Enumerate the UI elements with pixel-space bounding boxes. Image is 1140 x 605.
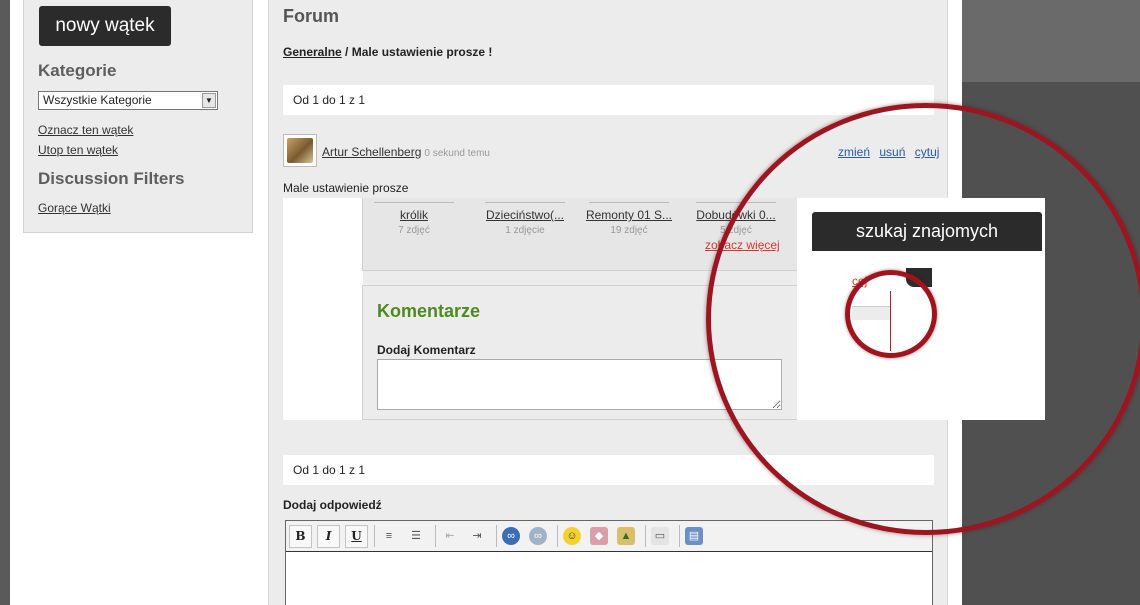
reply-label: Dodaj odpowiedź xyxy=(283,498,382,512)
emoticon-box-icon[interactable]: ◆ xyxy=(590,527,608,545)
toolbar-separator xyxy=(496,525,497,547)
magnified-cursor-line xyxy=(890,291,891,351)
mark-thread-link[interactable]: Oznacz ten wątek xyxy=(38,123,133,137)
unordered-list-icon[interactable]: ☰ xyxy=(407,527,425,545)
toolbar-separator xyxy=(374,525,375,547)
insert-link-icon[interactable]: ∞ xyxy=(502,527,520,545)
post-time: 0 sekund temu xyxy=(424,148,490,159)
underline-button[interactable]: U xyxy=(345,524,368,548)
breadcrumb: Generalne / Male ustawienie prosze ! xyxy=(283,45,492,59)
avatar[interactable] xyxy=(283,134,317,167)
avatar-image xyxy=(287,138,313,163)
toolbar-separator xyxy=(435,525,436,547)
remove-link-icon[interactable]: ∞ xyxy=(529,527,547,545)
page-title: Forum xyxy=(283,6,339,26)
right-background-top xyxy=(962,0,1140,82)
album-name[interactable]: królik xyxy=(369,208,459,222)
source-icon[interactable]: ▤ xyxy=(685,527,703,545)
album-frame xyxy=(589,202,669,203)
indent-icon[interactable]: ⇥ xyxy=(468,527,486,545)
magnified-bar xyxy=(852,306,890,320)
category-select[interactable]: Wszystkie Kategorie ▼ xyxy=(38,91,218,110)
album-item[interactable]: Remonty 01 S... 19 zdjęć xyxy=(584,202,674,236)
toolbar-separator xyxy=(645,525,646,547)
breadcrumb-link-general[interactable]: Generalne xyxy=(283,45,342,59)
left-background xyxy=(0,0,10,605)
new-thread-button[interactable]: nowy wątek xyxy=(39,6,171,46)
author-link[interactable]: Artur Schellenberg xyxy=(322,145,421,159)
magnified-dark-tab xyxy=(906,268,932,287)
toolbar-separator xyxy=(557,525,558,547)
edit-link[interactable]: zmień xyxy=(838,145,870,159)
categories-heading: Kategorie xyxy=(38,61,117,80)
album-frame xyxy=(696,202,776,203)
discussion-filters-heading: Discussion Filters xyxy=(38,169,185,188)
sink-thread-link[interactable]: Utop ten wątek xyxy=(38,143,118,157)
post-body-area xyxy=(283,198,363,420)
album-count: 5 zdjęć xyxy=(720,225,752,236)
album-strip: królik 7 zdjęć Dzieciństwo(... 1 zdjęcie… xyxy=(362,198,798,271)
media-icon[interactable]: ▭ xyxy=(651,527,669,545)
pager-bottom: Od 1 do 1 z 1 xyxy=(283,455,934,485)
add-comment-label: Dodaj Komentarz xyxy=(377,343,476,357)
album-item[interactable]: Dzieciństwo(... 1 zdjęcie xyxy=(480,202,570,236)
comments-section: Komentarze Dodaj Komentarz xyxy=(362,285,799,420)
post-author: Artur Schellenberg 0 sekund temu xyxy=(322,145,490,159)
insert-image-icon[interactable]: ▲ xyxy=(617,527,635,545)
comments-heading: Komentarze xyxy=(377,301,481,321)
album-frame xyxy=(374,202,454,203)
quote-link[interactable]: cytuj xyxy=(915,145,940,159)
editor-toolbar: B I U ≡ ☰ ⇤ ⇥ ∞ ∞ ☺ ◆ ▲ ▭ ▤ xyxy=(286,521,932,552)
see-more-link[interactable]: zobacz więcej xyxy=(705,238,780,252)
album-item[interactable]: Dobudówki 0... 5 zdjęć xyxy=(691,202,781,236)
italic-button[interactable]: I xyxy=(317,524,340,548)
smiley-icon[interactable]: ☺ xyxy=(563,527,581,545)
find-friends-button[interactable]: szukaj znajomych xyxy=(812,212,1042,251)
reply-editor: B I U ≡ ☰ ⇤ ⇥ ∞ ∞ ☺ ◆ ▲ ▭ ▤ xyxy=(285,520,933,605)
album-frame xyxy=(485,202,565,203)
breadcrumb-current: Male ustawienie prosze ! xyxy=(351,45,493,59)
album-count: 1 zdjęcie xyxy=(505,225,545,236)
ordered-list-icon[interactable]: ≡ xyxy=(380,527,398,545)
album-count: 7 zdjęć xyxy=(398,225,430,236)
outdent-icon[interactable]: ⇤ xyxy=(441,527,459,545)
pager-top: Od 1 do 1 z 1 xyxy=(283,85,934,115)
magnified-panel: szukaj znajomych cej xyxy=(797,198,1045,420)
toolbar-separator xyxy=(679,525,680,547)
category-select-value: Wszystkie Kategorie xyxy=(43,93,152,107)
album-name[interactable]: Dzieciństwo(... xyxy=(480,208,570,222)
album-name[interactable]: Remonty 01 S... xyxy=(584,208,674,222)
post-text: Male ustawienie prosze xyxy=(283,181,409,195)
bold-button[interactable]: B xyxy=(289,524,312,548)
breadcrumb-separator: / xyxy=(341,45,352,59)
comment-input[interactable] xyxy=(377,359,782,410)
album-name[interactable]: Dobudówki 0... xyxy=(691,208,781,222)
album-item[interactable]: królik 7 zdjęć xyxy=(369,202,459,236)
magnified-link-fragment[interactable]: cej xyxy=(852,274,867,288)
album-count: 19 zdjęć xyxy=(610,225,648,236)
sidebar: nowy wątek Kategorie Wszystkie Kategorie… xyxy=(23,0,253,233)
hot-threads-link[interactable]: Gorące Wątki xyxy=(38,201,111,215)
chevron-down-icon[interactable]: ▼ xyxy=(202,93,216,108)
delete-link[interactable]: usuń xyxy=(879,145,905,159)
post-actions: zmień usuń cytuj xyxy=(832,145,939,159)
